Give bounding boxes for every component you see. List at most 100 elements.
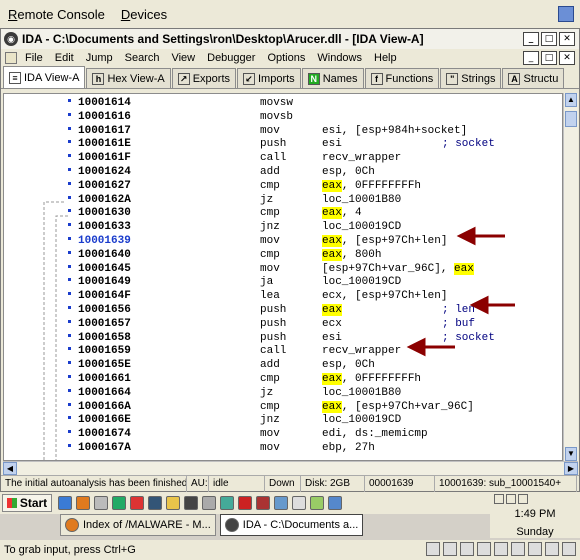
tab-exports[interactable]: ↗ Exports xyxy=(171,68,236,88)
red-tool-icon[interactable] xyxy=(130,496,144,510)
app-icon[interactable] xyxy=(274,496,288,510)
tool-icon[interactable] xyxy=(310,496,324,510)
disasm-line[interactable]: 10001649 ja loc_100019CD xyxy=(4,275,562,289)
disasm-address: 10001617 xyxy=(78,124,131,137)
disasm-address: 10001658 xyxy=(78,331,131,344)
disasm-line[interactable]: 10001656 push eax ; len xyxy=(4,303,562,317)
disasm-operands: loc_10001B80 xyxy=(322,193,402,206)
menu-file[interactable]: File xyxy=(19,52,49,64)
firefox-icon[interactable] xyxy=(76,496,90,510)
disasm-line[interactable]: 1000166A cmp eax, [esp+97Ch+var_96C] xyxy=(4,400,562,414)
child-minimize-button[interactable]: _ xyxy=(523,51,539,65)
menu-search[interactable]: Search xyxy=(119,52,166,64)
network-icon[interactable] xyxy=(220,496,234,510)
tab-strings[interactable]: " Strings xyxy=(440,68,502,88)
menu-options[interactable]: Options xyxy=(261,52,311,64)
globe-icon[interactable] xyxy=(328,496,342,510)
disasm-line[interactable]: 10001657 push ecx ; buf xyxy=(4,317,562,331)
device-icon[interactable] xyxy=(545,542,559,556)
green-tool-icon[interactable] xyxy=(112,496,126,510)
menu-windows[interactable]: Windows xyxy=(311,52,368,64)
horizontal-scrollbar[interactable]: ◀ ▶ xyxy=(3,461,578,475)
tab-hex-view-a[interactable]: h Hex View-A xyxy=(86,68,171,88)
disasm-operands: eax xyxy=(322,304,342,316)
tab-functions[interactable]: f Functions xyxy=(364,68,440,88)
scroll-right-icon[interactable]: ▶ xyxy=(564,462,578,475)
disasm-line[interactable]: 1000167A mov ebp, 27h xyxy=(4,441,562,455)
menu-view[interactable]: View xyxy=(165,52,201,64)
tab-imports[interactable]: ↙ Imports xyxy=(237,68,301,88)
menu-debugger[interactable]: Debugger xyxy=(201,52,261,64)
device-icon[interactable] xyxy=(477,542,491,556)
child-close-button[interactable]: ✕ xyxy=(559,51,575,65)
scroll-thumb[interactable] xyxy=(565,111,577,127)
device-icon[interactable] xyxy=(460,542,474,556)
vertical-scrollbar[interactable]: ▲ ▼ xyxy=(563,93,578,461)
menu-jump[interactable]: Jump xyxy=(80,52,119,64)
device-icon[interactable] xyxy=(528,542,542,556)
disasm-mnemonic: mov xyxy=(260,235,280,247)
folder-icon[interactable] xyxy=(166,496,180,510)
close-button[interactable]: ✕ xyxy=(559,32,575,46)
device-icon[interactable] xyxy=(494,542,508,556)
disasm-line[interactable]: 10001627 cmp eax, 0FFFFFFFFh xyxy=(4,179,562,193)
menu-remote-console[interactable]: Remote Console xyxy=(0,7,113,22)
tab-names[interactable]: N Names xyxy=(301,68,364,88)
ida-launch-icon[interactable] xyxy=(184,496,198,510)
device-icon[interactable] xyxy=(443,542,457,556)
disasm-line[interactable]: 10001659 call recv_wrapper xyxy=(4,344,562,358)
disasm-line[interactable]: 10001664 jz loc_10001B80 xyxy=(4,386,562,400)
disasm-line[interactable]: 10001617 mov esi, [esp+984h+socket] xyxy=(4,124,562,138)
7zip-icon[interactable] xyxy=(94,496,108,510)
tab-ida-view-a[interactable]: ≡ IDA View-A xyxy=(3,66,86,88)
menu-devices[interactable]: Devices xyxy=(113,7,175,22)
scroll-left-icon[interactable]: ◀ xyxy=(3,462,17,475)
disasm-line[interactable]: 10001640 cmp eax, 800h xyxy=(4,248,562,262)
start-button[interactable]: Start xyxy=(2,494,52,512)
maximize-button[interactable]: □ xyxy=(541,32,557,46)
clock-time[interactable]: 1:49 PM xyxy=(490,508,580,520)
scroll-down-icon[interactable]: ▼ xyxy=(565,447,577,461)
disasm-line[interactable]: 10001614 movsw xyxy=(4,96,562,110)
ie-icon[interactable] xyxy=(58,496,72,510)
terminal-icon[interactable] xyxy=(148,496,162,510)
bullet-icon xyxy=(68,237,71,240)
magnifier-icon[interactable] xyxy=(292,496,306,510)
menu-edit[interactable]: Edit xyxy=(49,52,80,64)
disasm-line[interactable]: 1000161F call recv_wrapper xyxy=(4,151,562,165)
tab-structures[interactable]: A Structu xyxy=(502,68,565,88)
tray-icon[interactable] xyxy=(494,494,504,504)
task-ida[interactable]: IDA - C:\Documents a... xyxy=(219,514,364,536)
disasm-line[interactable]: 1000161E push esi ; socket xyxy=(4,137,562,151)
disasm-line[interactable]: 1000162A jz loc_10001B80 xyxy=(4,193,562,207)
disasm-line[interactable]: 1000164F lea ecx, [esp+97Ch+len] xyxy=(4,289,562,303)
device-icon[interactable] xyxy=(426,542,440,556)
disasm-line[interactable]: 10001661 cmp eax, 0FFFFFFFFh xyxy=(4,372,562,386)
disasm-address: 10001627 xyxy=(78,179,131,192)
disasm-line[interactable]: 10001633 jnz loc_100019CD xyxy=(4,220,562,234)
device-icon[interactable] xyxy=(511,542,525,556)
disasm-line[interactable]: 1000166E jnz loc_100019CD xyxy=(4,413,562,427)
tray-icon[interactable] xyxy=(518,494,528,504)
child-maximize-button[interactable]: □ xyxy=(541,51,557,65)
ollydbg-icon[interactable] xyxy=(202,496,216,510)
scroll-up-icon[interactable]: ▲ xyxy=(565,93,577,107)
minimize-button[interactable]: _ xyxy=(523,32,539,46)
console-window-icon[interactable] xyxy=(558,6,574,22)
disasm-line[interactable]: 10001630 cmp eax, 4 xyxy=(4,206,562,220)
disasm-line[interactable]: 10001639 mov eax, [esp+97Ch+len] xyxy=(4,234,562,248)
task-firefox-malware[interactable]: Index of /MALWARE - M... xyxy=(60,514,216,536)
disassembly-view[interactable]: 10001614 movsw 10001616 movsb 10001617 mov esi… xyxy=(3,93,563,461)
bug-icon[interactable] xyxy=(238,496,252,510)
disasm-line[interactable]: 10001616 movsb xyxy=(4,110,562,124)
disasm-line[interactable]: 10001624 add esp, 0Ch xyxy=(4,165,562,179)
tray-icon[interactable] xyxy=(506,494,516,504)
disasm-line[interactable]: 1000165E add esp, 0Ch xyxy=(4,358,562,372)
disasm-mnemonic: ja xyxy=(260,276,274,289)
splat-icon[interactable] xyxy=(256,496,270,510)
device-icon[interactable] xyxy=(562,542,576,556)
menu-help[interactable]: Help xyxy=(368,52,403,64)
disasm-line[interactable]: 10001658 push esi ; socket xyxy=(4,331,562,345)
disasm-line[interactable]: 10001645 mov [esp+97Ch+var_96C], eax xyxy=(4,262,562,276)
disasm-line[interactable]: 10001674 mov edi, ds:_memicmp xyxy=(4,427,562,441)
